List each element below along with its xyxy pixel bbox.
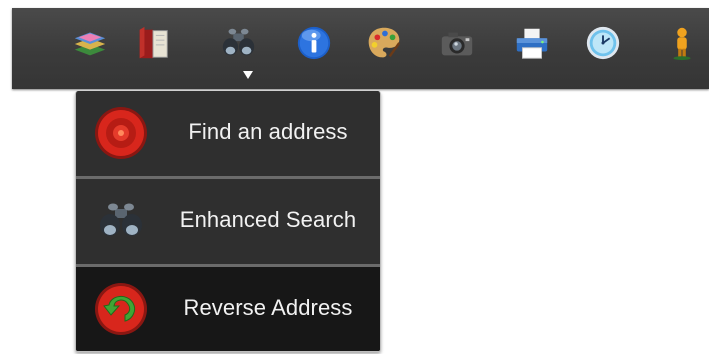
print-button[interactable] bbox=[512, 23, 552, 63]
menu-item-label: Reverse Address bbox=[183, 295, 353, 320]
menu-item-find-address[interactable]: Find an address bbox=[76, 91, 380, 175]
clock-button[interactable] bbox=[583, 23, 623, 63]
map-book-button[interactable] bbox=[133, 23, 173, 63]
info-button[interactable] bbox=[294, 23, 334, 63]
reverse-arrow-icon bbox=[93, 281, 149, 337]
binoculars-icon bbox=[93, 193, 149, 249]
menu-item-label: Enhanced Search bbox=[179, 207, 357, 232]
target-icon bbox=[93, 105, 149, 161]
clock-icon bbox=[586, 26, 620, 60]
layers-button[interactable] bbox=[70, 23, 110, 63]
menu-item-reverse-address[interactable]: Reverse Address bbox=[76, 267, 380, 351]
camera-button[interactable] bbox=[437, 23, 477, 63]
dropdown-caret-icon bbox=[243, 71, 253, 79]
palette-icon bbox=[368, 27, 401, 58]
palette-button[interactable] bbox=[364, 23, 404, 63]
search-dropdown-menu: Find an address Enhanced Search Reverse … bbox=[75, 91, 381, 352]
menu-item-enhanced-search[interactable]: Enhanced Search bbox=[76, 179, 380, 263]
printer-icon bbox=[516, 28, 548, 59]
search-tools-button[interactable] bbox=[219, 23, 259, 63]
menu-item-label: Find an address bbox=[188, 119, 348, 144]
camera-icon bbox=[441, 32, 473, 56]
info-icon bbox=[297, 26, 331, 60]
map-toolbar bbox=[12, 8, 709, 89]
street-view-button[interactable] bbox=[662, 23, 702, 63]
layers-icon bbox=[74, 32, 106, 56]
binoculars-icon bbox=[222, 28, 255, 56]
person-icon bbox=[673, 27, 691, 61]
map-book-icon bbox=[139, 26, 168, 59]
